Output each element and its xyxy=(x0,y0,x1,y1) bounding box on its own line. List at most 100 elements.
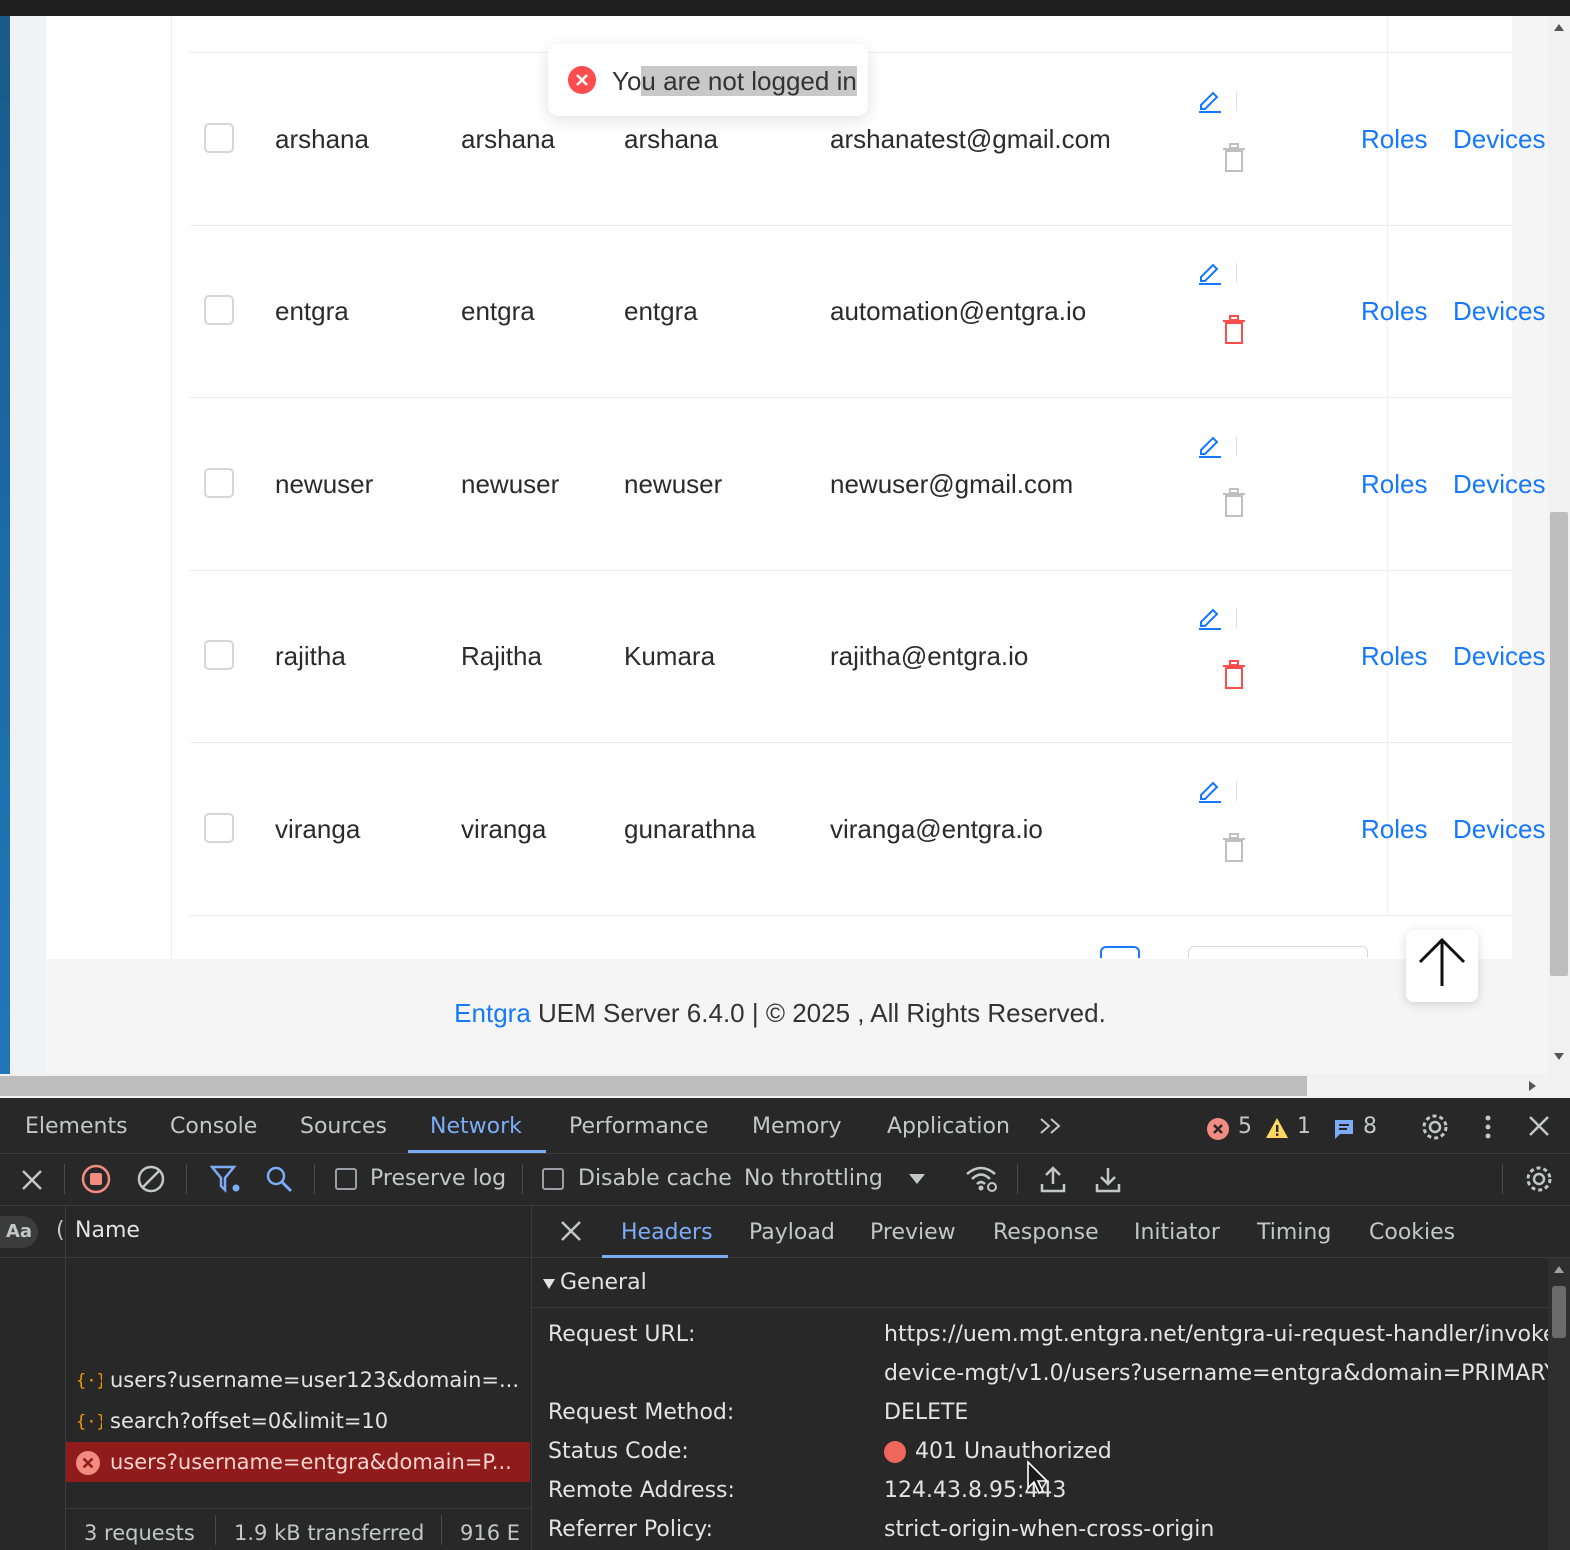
row-checkbox[interactable] xyxy=(204,640,234,670)
request-url-value-continued: device-mgt/v1.0/users?username=entgra&do… xyxy=(884,1361,1558,1386)
details-scrollbar[interactable] xyxy=(1548,1258,1570,1550)
export-download-icon[interactable] xyxy=(1094,1164,1122,1194)
details-scrollbar-thumb[interactable] xyxy=(1552,1286,1566,1338)
close-details-icon[interactable] xyxy=(560,1220,582,1242)
trash-icon[interactable] xyxy=(1220,315,1248,345)
roles-link[interactable]: Roles xyxy=(1361,298,1427,324)
roles-link[interactable]: Roles xyxy=(1361,126,1427,152)
devices-link[interactable]: Devices xyxy=(1453,298,1545,324)
tab-performance[interactable]: Performance xyxy=(569,1114,708,1139)
preserve-log-checkbox[interactable] xyxy=(335,1168,357,1190)
footer-text: UEM Server 6.4.0 | © 2025 , All Rights R… xyxy=(530,998,1106,1028)
devices-link[interactable]: Devices xyxy=(1453,126,1545,152)
roles-link[interactable]: Roles xyxy=(1361,816,1427,842)
scroll-up-arrow-icon[interactable] xyxy=(1553,22,1565,32)
gear-icon[interactable] xyxy=(1420,1112,1450,1142)
import-upload-icon[interactable] xyxy=(1039,1164,1067,1194)
request-name: users?username=user123&domain=... xyxy=(110,1368,520,1392)
network-settings-icon[interactable] xyxy=(1524,1164,1554,1194)
trash-icon[interactable] xyxy=(1220,488,1248,518)
tab-memory[interactable]: Memory xyxy=(752,1114,841,1139)
disable-cache-label: Disable cache xyxy=(578,1166,732,1191)
tab-network[interactable]: Network xyxy=(430,1114,522,1139)
filter-icon[interactable] xyxy=(210,1164,242,1194)
close-devtools-icon[interactable] xyxy=(1527,1114,1551,1138)
general-section-header[interactable]: General xyxy=(532,1258,1548,1308)
request-row-selected[interactable]: users?username=entgra&domain=P... xyxy=(66,1442,530,1482)
roles-link[interactable]: Roles xyxy=(1361,471,1427,497)
roles-link[interactable]: Roles xyxy=(1361,643,1427,669)
tab-preview[interactable]: Preview xyxy=(870,1220,956,1245)
trash-icon[interactable] xyxy=(1220,833,1248,863)
match-case-toggle[interactable]: Aa xyxy=(0,1216,38,1248)
edit-icon[interactable] xyxy=(1196,258,1224,286)
request-details: Headers Payload Preview Response Initiat… xyxy=(531,1206,1570,1550)
username-cell: viranga xyxy=(275,814,361,844)
network-summary: 3 requests 1.9 kB transferred 916 E xyxy=(66,1508,530,1550)
summary-divider xyxy=(215,1515,216,1545)
request-name: search?offset=0&limit=10 xyxy=(110,1409,389,1433)
request-url-row-continued: device-mgt/v1.0/users?username=entgra&do… xyxy=(532,1361,1558,1391)
table-row: viranga viranga gunarathna viranga@entgr… xyxy=(0,690,1560,862)
request-row[interactable]: {·} search?offset=0&limit=10 xyxy=(66,1401,530,1441)
disable-cache-checkbox[interactable] xyxy=(542,1168,564,1190)
error-count-icon[interactable] xyxy=(1207,1118,1229,1140)
devices-link[interactable]: Devices xyxy=(1453,471,1545,497)
scroll-right-arrow-icon[interactable] xyxy=(1528,1080,1538,1092)
tab-sources[interactable]: Sources xyxy=(300,1114,387,1139)
record-stop-icon[interactable] xyxy=(81,1164,111,1194)
svg-text:{·}: {·} xyxy=(76,1371,102,1391)
horizontal-scrollbar-thumb[interactable] xyxy=(0,1076,1307,1096)
tab-response[interactable]: Response xyxy=(993,1220,1099,1245)
kebab-menu-icon[interactable] xyxy=(1478,1112,1498,1142)
page-size-select[interactable] xyxy=(1188,946,1368,958)
edit-icon[interactable] xyxy=(1196,86,1224,114)
last-name-cell: entgra xyxy=(624,296,698,326)
tab-application[interactable]: Application xyxy=(887,1114,1010,1139)
tab-elements[interactable]: Elements xyxy=(25,1114,128,1139)
warning-count-icon[interactable] xyxy=(1265,1117,1289,1139)
error-circle-icon xyxy=(568,66,596,94)
close-icon[interactable] xyxy=(20,1168,44,1192)
search-icon[interactable] xyxy=(264,1164,294,1194)
message-count-icon[interactable] xyxy=(1333,1118,1355,1140)
dropdown-caret-icon[interactable] xyxy=(907,1172,927,1186)
scroll-up-arrow-icon[interactable] xyxy=(1553,1264,1565,1274)
row-checkbox[interactable] xyxy=(204,295,234,325)
first-name-cell: newuser xyxy=(461,469,560,499)
devices-link[interactable]: Devices xyxy=(1453,643,1545,669)
toolbar-divider xyxy=(64,1164,65,1194)
network-conditions-icon[interactable] xyxy=(964,1164,1000,1194)
network-toolbar: Preserve log Disable cache No throttling xyxy=(0,1154,1570,1206)
devices-link[interactable]: Devices xyxy=(1453,816,1545,842)
edit-icon[interactable] xyxy=(1196,431,1224,459)
name-column-header[interactable]: Name xyxy=(75,1218,140,1243)
toolbar-divider xyxy=(1502,1164,1503,1194)
request-row[interactable]: {·} users?username=user123&domain=... xyxy=(66,1360,530,1400)
trash-icon[interactable] xyxy=(1220,660,1248,690)
row-checkbox[interactable] xyxy=(204,468,234,498)
username-cell: entgra xyxy=(275,296,349,326)
row-checkbox[interactable] xyxy=(204,813,234,843)
footer-brand-link[interactable]: Entgra xyxy=(454,998,531,1028)
scroll-down-arrow-icon[interactable] xyxy=(1553,1052,1565,1062)
clear-icon[interactable] xyxy=(136,1164,166,1194)
first-name-cell: arshana xyxy=(461,124,555,154)
tab-payload[interactable]: Payload xyxy=(749,1220,835,1245)
vertical-scrollbar-thumb[interactable] xyxy=(1550,512,1568,976)
edit-icon[interactable] xyxy=(1196,603,1224,631)
row-checkbox[interactable] xyxy=(204,123,234,153)
edit-icon[interactable] xyxy=(1196,776,1224,804)
tab-headers[interactable]: Headers xyxy=(621,1220,713,1245)
trash-icon[interactable] xyxy=(1220,143,1248,173)
back-to-top-button[interactable] xyxy=(1406,930,1478,1002)
throttling-select[interactable]: No throttling xyxy=(744,1166,883,1191)
tab-console[interactable]: Console xyxy=(170,1114,257,1139)
tab-cookies[interactable]: Cookies xyxy=(1369,1220,1455,1245)
tab-initiator[interactable]: Initiator xyxy=(1134,1220,1220,1245)
page-number-button[interactable] xyxy=(1100,946,1140,958)
tab-timing[interactable]: Timing xyxy=(1257,1220,1331,1245)
email-cell: arshanatest@gmail.com xyxy=(830,124,1111,154)
row-divider xyxy=(190,915,1512,916)
more-tabs-chevron-icon[interactable] xyxy=(1038,1116,1064,1136)
